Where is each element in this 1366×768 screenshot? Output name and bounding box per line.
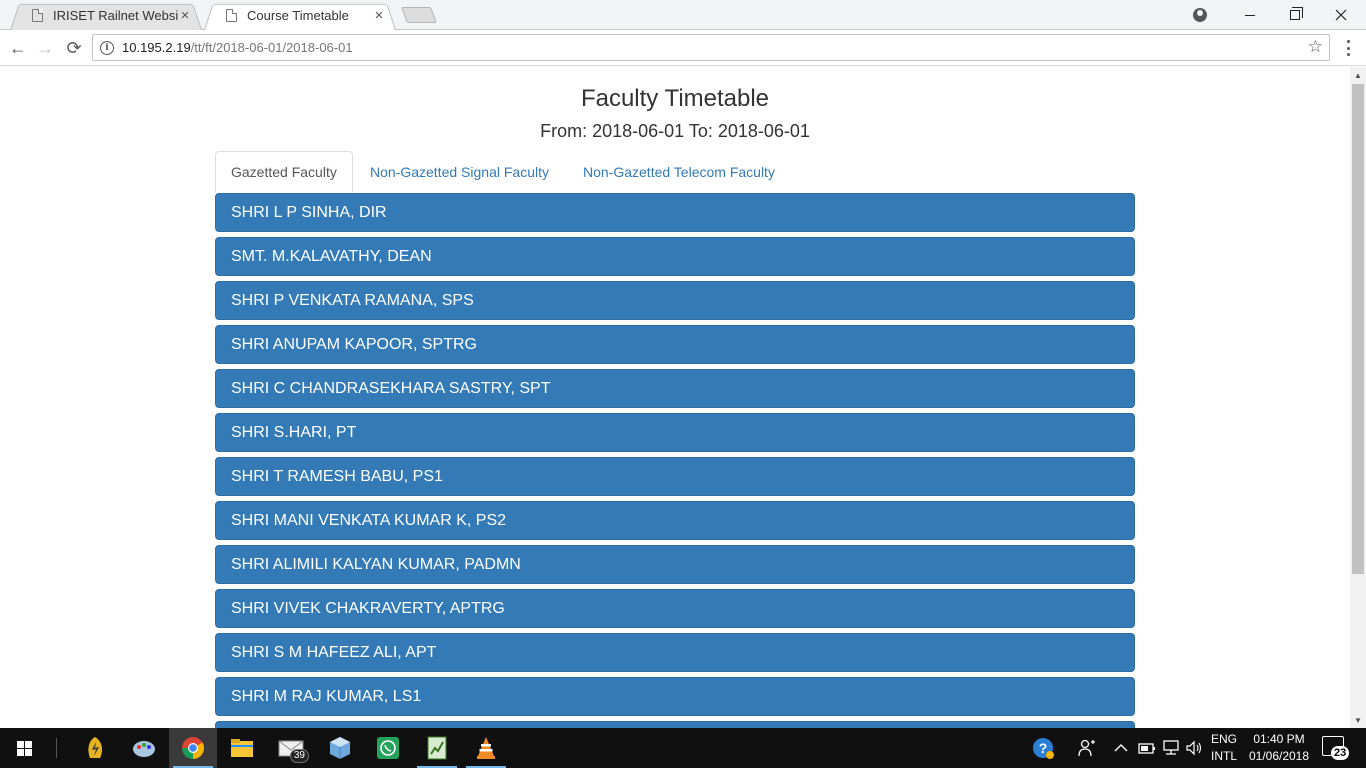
- url-text: 10.195.2.19/tt/ft/2018-06-01/2018-06-01: [122, 40, 353, 55]
- scroll-up-icon[interactable]: ▲: [1350, 67, 1366, 83]
- power-tray-icon[interactable]: [1138, 728, 1156, 768]
- language-code: ENG: [1210, 732, 1237, 746]
- browser-tab-title: IRISET Railnet Website: [53, 8, 178, 23]
- show-hidden-icons-button[interactable]: [1114, 728, 1128, 768]
- taskbar-app-vlc[interactable]: [462, 728, 510, 768]
- user-icon: [1193, 8, 1207, 22]
- taskbar-app-mail[interactable]: 39: [267, 728, 315, 768]
- scroll-down-icon[interactable]: ▼: [1350, 712, 1366, 728]
- reload-icon: ⟳: [66, 37, 82, 58]
- browser-tab-strip: IRISET Railnet Website × Course Timetabl…: [0, 0, 1366, 30]
- close-tab-icon[interactable]: ×: [372, 7, 386, 24]
- clock-time: 01:40 PM: [1253, 732, 1305, 746]
- taskbar-app-file-explorer[interactable]: [218, 728, 266, 768]
- chrome-icon: [182, 737, 204, 759]
- faculty-item[interactable]: [215, 721, 1135, 728]
- chevron-up-icon: [1114, 744, 1128, 752]
- network-icon: [1163, 740, 1179, 755]
- faculty-item[interactable]: SMT. M.KALAVATHY, DEAN: [215, 237, 1135, 276]
- tab-non-gazetted-telecom-faculty[interactable]: Non-Gazetted Telecom Faculty: [568, 151, 790, 193]
- browser-menu-button[interactable]: [1340, 38, 1356, 58]
- tab-gazetted-faculty[interactable]: Gazetted Faculty: [215, 151, 353, 193]
- keyboard-layout: INTL: [1210, 749, 1237, 763]
- faculty-item[interactable]: SHRI ANUPAM KAPOOR, SPTRG: [215, 325, 1135, 364]
- input-language-indicator[interactable]: ENG INTL: [1205, 731, 1243, 765]
- page-icon: [32, 9, 43, 22]
- taskbar-divider: [56, 738, 57, 758]
- url-path: /tt/ft/2018-06-01/2018-06-01: [190, 40, 353, 55]
- windows-logo-icon: [16, 740, 32, 756]
- back-arrow-icon: ←: [9, 37, 27, 58]
- people-tray-icon[interactable]: [1077, 728, 1097, 768]
- folder-icon: [231, 739, 253, 757]
- back-button[interactable]: ←: [6, 37, 30, 59]
- battery-icon: [1138, 743, 1155, 754]
- forward-arrow-icon: →: [36, 37, 54, 58]
- info-icon[interactable]: i: [100, 40, 114, 55]
- clock-date: 01/06/2018: [1248, 749, 1310, 763]
- reload-button[interactable]: ⟳: [62, 37, 86, 59]
- start-button[interactable]: [0, 728, 48, 768]
- page-viewport: Faculty Timetable From: 2018-06-01 To: 2…: [0, 67, 1350, 728]
- taskbar-app-winamp[interactable]: [71, 728, 119, 768]
- speaker-icon: [1186, 740, 1202, 756]
- close-icon: [1335, 9, 1347, 21]
- restore-icon: [1290, 7, 1303, 20]
- minimize-button[interactable]: [1228, 0, 1272, 30]
- volume-tray-icon[interactable]: [1185, 728, 1203, 768]
- new-tab-button[interactable]: [401, 7, 437, 23]
- cube-icon: [330, 737, 350, 759]
- taskbar-app-paint[interactable]: [120, 728, 168, 768]
- browser-tab-title: Course Timetable: [247, 8, 349, 23]
- spreadsheet-icon: [427, 736, 447, 760]
- faculty-item[interactable]: SHRI P VENKATA RAMANA, SPS: [215, 281, 1135, 320]
- faculty-item[interactable]: SHRI MANI VENKATA KUMAR K, PS2: [215, 501, 1135, 540]
- profile-button[interactable]: [1178, 0, 1222, 30]
- minimize-icon: [1245, 14, 1255, 16]
- faculty-tabs: Gazetted Faculty Non-Gazetted Signal Fac…: [215, 151, 1135, 193]
- faculty-list: SHRI L P SINHA, DIR SMT. M.KALAVATHY, DE…: [215, 193, 1135, 728]
- taskbar-app-spreadsheet[interactable]: [413, 728, 461, 768]
- address-bar[interactable]: i 10.195.2.19/tt/ft/2018-06-01/2018-06-0…: [92, 34, 1330, 61]
- faculty-item[interactable]: SHRI S.HARI, PT: [215, 413, 1135, 452]
- help-icon: ?: [1033, 738, 1054, 759]
- browser-tab-iriset[interactable]: IRISET Railnet Website ×: [10, 1, 202, 30]
- faculty-item[interactable]: SHRI L P SINHA, DIR: [215, 193, 1135, 232]
- people-icon: [1078, 739, 1095, 757]
- forward-button[interactable]: →: [33, 37, 57, 59]
- notification-count-badge: 23: [1331, 746, 1350, 760]
- faculty-item[interactable]: SHRI C CHANDRASEKHARA SASTRY, SPT: [215, 369, 1135, 408]
- taskbar-app-chrome[interactable]: [169, 728, 217, 768]
- browser-tab-course-timetable[interactable]: Course Timetable ×: [204, 1, 396, 30]
- palette-app-icon: [133, 741, 155, 757]
- svg-text:?: ?: [1039, 740, 1048, 756]
- whatsapp-icon: [377, 737, 399, 759]
- scroll-thumb[interactable]: [1352, 84, 1364, 574]
- faculty-item[interactable]: SHRI T RAMESH BABU, PS1: [215, 457, 1135, 496]
- taskbar-app-virtualbox[interactable]: [316, 728, 364, 768]
- lightning-app-icon: [88, 737, 103, 758]
- vertical-scrollbar[interactable]: ▲ ▼: [1350, 67, 1366, 728]
- vlc-cone-icon: [477, 737, 495, 759]
- faculty-item[interactable]: SHRI M RAJ KUMAR, LS1: [215, 677, 1135, 716]
- close-tab-icon[interactable]: ×: [178, 7, 192, 24]
- browser-toolbar: ← → ⟳ i 10.195.2.19/tt/ft/2018-06-01/201…: [0, 30, 1366, 66]
- network-tray-icon[interactable]: [1161, 728, 1181, 768]
- bookmark-star-icon[interactable]: ☆: [1308, 37, 1323, 57]
- page-icon: [226, 9, 237, 22]
- faculty-item[interactable]: SHRI S M HAFEEZ ALI, APT: [215, 633, 1135, 672]
- windows-taskbar: 39 ? ENG INTL 01:40 PM 01/06/2018 23: [0, 728, 1366, 768]
- system-clock[interactable]: 01:40 PM 01/06/2018: [1244, 731, 1314, 765]
- url-host: 10.195.2.19: [122, 40, 191, 55]
- page-title: Faculty Timetable: [580, 85, 770, 112]
- date-range: From: 2018-06-01 To: 2018-06-01: [540, 121, 810, 141]
- mail-unread-badge: 39: [289, 749, 309, 763]
- close-window-button[interactable]: [1319, 0, 1363, 30]
- taskbar-app-whatsapp[interactable]: [364, 728, 412, 768]
- help-tray-icon[interactable]: ?: [1031, 728, 1055, 768]
- faculty-item[interactable]: SHRI VIVEK CHAKRAVERTY, APTRG: [215, 589, 1135, 628]
- tab-non-gazetted-signal-faculty[interactable]: Non-Gazetted Signal Faculty: [355, 151, 564, 193]
- faculty-item[interactable]: SHRI ALIMILI KALYAN KUMAR, PADMN: [215, 545, 1135, 584]
- restore-button[interactable]: [1273, 0, 1317, 30]
